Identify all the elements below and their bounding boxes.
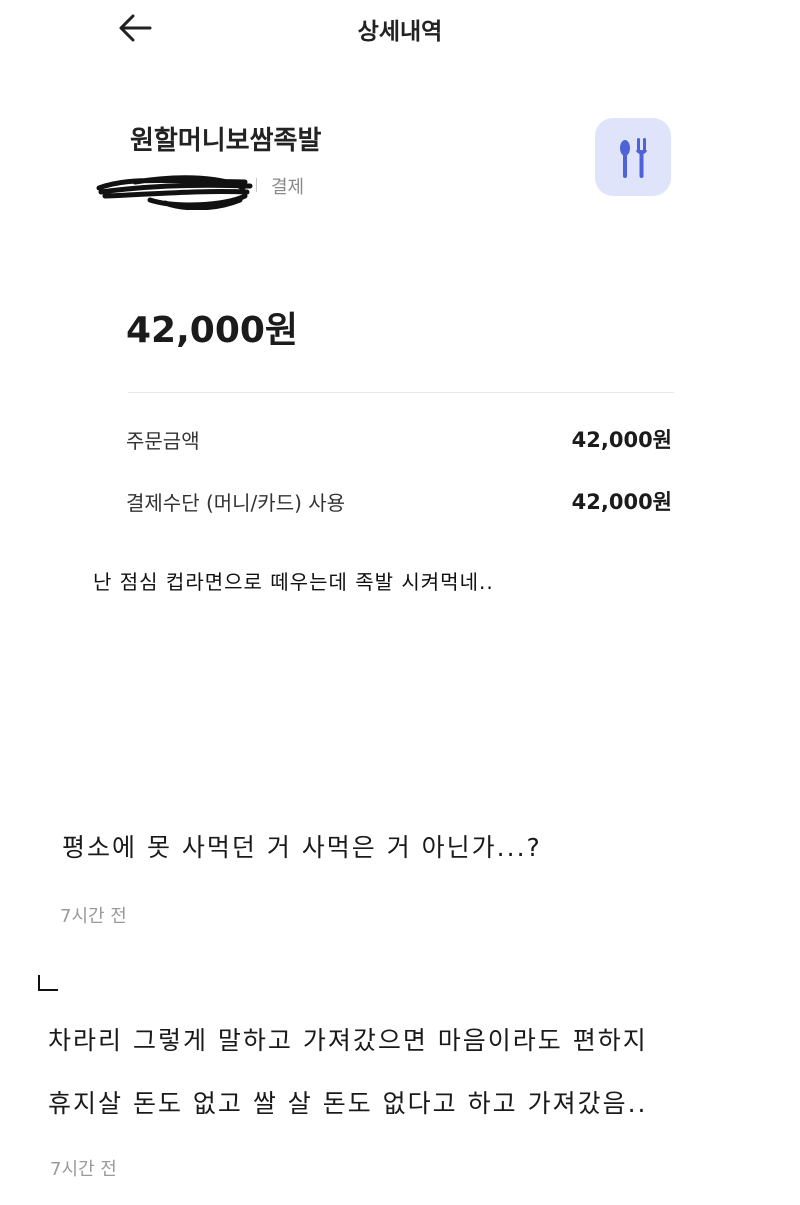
comment-text: 평소에 못 사먹던 거 사먹은 거 아닌가...? <box>62 833 542 862</box>
category-badge <box>595 118 671 196</box>
fork-spoon-icon <box>620 138 648 178</box>
separator-line <box>256 178 257 192</box>
comment-timestamp: 7시간 전 <box>60 906 127 927</box>
reply-text-line-2: 휴지살 돈도 없고 쌀 살 돈도 없다고 하고 가져갔음.. <box>48 1089 648 1118</box>
payment-method-label: 결제수단 (머니/카드) 사용 <box>126 491 346 515</box>
reply-timestamp: 7시간 전 <box>50 1159 117 1180</box>
order-amount-label: 주문금액 <box>126 429 200 453</box>
reply-arrow-icon <box>38 975 58 991</box>
total-amount: 42,000원 <box>126 310 299 351</box>
payment-method-value: 42,000원 <box>571 490 672 514</box>
page-title: 상세내역 <box>357 19 443 45</box>
order-amount-value: 42,000원 <box>571 428 672 452</box>
merchant-name: 원할머니보쌈족발 <box>130 126 322 156</box>
payment-type-label: 결제 <box>271 177 305 198</box>
top-bar: 상세내역 <box>0 0 800 60</box>
post-caption: 난 점심 컵라면으로 떼우는데 족발 시켜먹네.. <box>93 570 494 594</box>
reply-text-line-1: 차라리 그렇게 말하고 가져갔으면 마음이라도 편하지 <box>48 1026 648 1055</box>
redacted-scribble <box>96 175 253 210</box>
divider <box>128 392 674 393</box>
